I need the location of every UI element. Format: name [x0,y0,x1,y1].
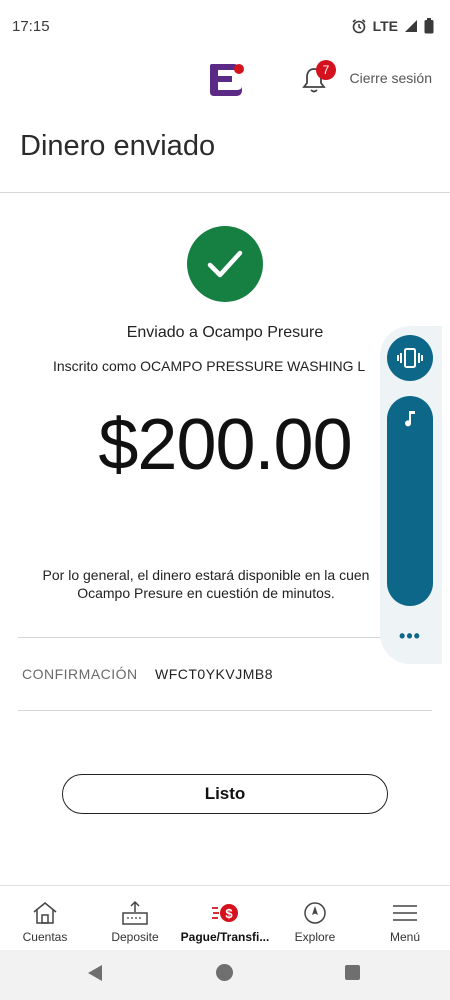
nav-item-pay-transfer[interactable]: $ Pague/Transfi... [180,886,270,949]
bottom-navigation: Cuentas Deposite $ Pague/Transfi... Expl… [0,885,450,949]
recipient-text: Enviado a Ocampo Presure [126,324,324,341]
back-triangle-icon[interactable] [86,964,104,982]
nav-item-deposit[interactable]: Deposite [90,886,180,949]
title-divider [0,192,450,193]
home-circle-icon[interactable] [216,964,233,981]
vibrate-mode-button[interactable] [387,335,433,381]
home-icon [33,902,57,924]
system-navigation-bar [0,950,450,1000]
app-logo-icon [210,64,244,96]
status-time: 17:15 [12,17,50,35]
battery-icon [424,18,434,34]
nav-label: Deposite [111,930,159,944]
nav-label: Explore [294,930,336,944]
network-type: LTE [372,18,398,34]
nav-item-explore[interactable]: Explore [270,886,360,949]
confirmation-label: CONFIRMACIÓN [22,666,138,682]
nav-item-accounts[interactable]: Cuentas [0,886,90,949]
nav-label: Cuentas [22,930,68,944]
divider [18,637,432,638]
nav-label: Menú [389,930,421,944]
registered-name-text: Inscrito como OCAMPO PRESSURE WASHING L [53,358,366,374]
hamburger-menu-icon [393,905,417,921]
pay-transfer-icon: $ [212,904,238,922]
availability-notice: Por lo general, el dinero estará disponi… [30,566,382,602]
availability-line-1: Por lo general, el dinero estará disponi… [42,567,370,583]
compass-icon [304,902,326,924]
confirmation-number: WFCT0YKVJMB8 [155,666,274,682]
availability-line-2: Ocampo Presure en cuestión de minutos. [77,585,335,601]
signal-icon [405,20,417,32]
svg-text:$: $ [225,906,233,921]
music-note-icon [405,411,415,427]
status-bar: 17:15 LTE [0,0,450,52]
success-checkmark-icon [187,226,263,302]
page-title: Dinero enviado [20,130,216,162]
vibrate-icon [397,348,423,368]
app-header: 7 Cierre sesión [0,52,450,108]
deposit-icon [122,900,148,925]
logout-link[interactable]: Cierre sesión [350,70,432,86]
nav-item-menu[interactable]: Menú [360,886,450,949]
recent-apps-square-icon[interactable] [345,965,360,980]
status-icons: LTE [351,18,434,34]
alarm-icon [352,19,366,34]
more-options-icon[interactable]: ••• [398,626,422,646]
divider [18,710,432,711]
nav-label: Pague/Transfi... [180,930,270,944]
done-button[interactable]: Listo [62,774,388,814]
notification-count-badge: 7 [316,60,336,80]
